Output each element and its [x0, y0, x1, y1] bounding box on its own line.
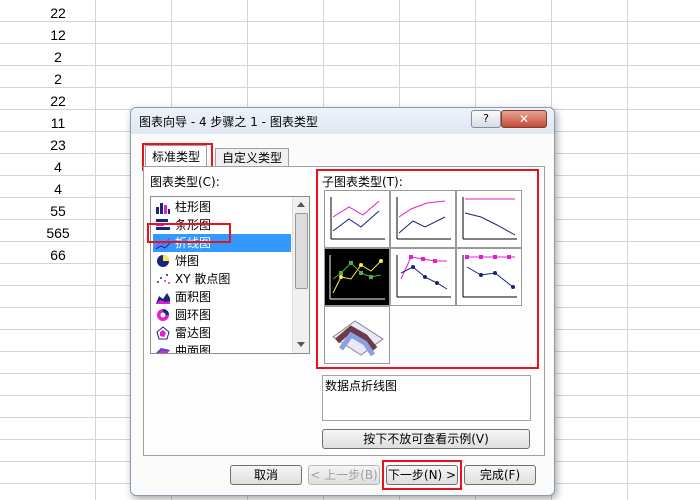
chart-type-list[interactable]: 柱形图 条形图 折线图 饼图 XY 散点图 面积图 圆环图 雷达图 曲面图: [150, 196, 310, 354]
subtype-grid: [324, 190, 524, 368]
sheet-cell[interactable]: 2: [20, 46, 96, 68]
stacked-line-subtype-icon: [396, 197, 451, 240]
sheet-cell[interactable]: 22: [20, 2, 96, 24]
sheet-cell[interactable]: 55: [20, 200, 96, 222]
sheet-cell[interactable]: 4: [20, 156, 96, 178]
sheet-cell[interactable]: 565: [20, 222, 96, 244]
dialog-title: 图表向导 - 4 步骤之 1 - 图表类型: [139, 115, 318, 129]
tab-custom-types[interactable]: 自定义类型: [215, 148, 290, 167]
chart-type-label: 圆环图: [175, 308, 212, 322]
chart-type-item[interactable]: 曲面图: [153, 342, 291, 354]
chart-type-item[interactable]: XY 散点图: [153, 270, 291, 288]
sheet-cell[interactable]: 23: [20, 134, 96, 156]
help-button[interactable]: ?: [471, 110, 501, 128]
scrollbar-thumb[interactable]: [295, 213, 308, 289]
scroll-up-icon[interactable]: [296, 200, 306, 208]
chart-type-item[interactable]: 雷达图: [153, 324, 291, 342]
sheet-cell[interactable]: 66: [20, 244, 96, 266]
chart-type-label: 曲面图: [175, 344, 212, 354]
scatter-chart-icon: [157, 274, 170, 284]
chart-type-label: 面积图: [175, 290, 212, 304]
subtype-percent-line[interactable]: [456, 190, 522, 248]
radar-chart-icon: [156, 326, 170, 340]
subtype-3d-line[interactable]: [324, 306, 390, 364]
subtype-description-box: 数据点折线图: [322, 375, 531, 421]
chart-type-label: XY 散点图: [175, 272, 231, 286]
chart-type-item[interactable]: 饼图: [153, 252, 291, 270]
area-chart-icon: [156, 293, 170, 304]
close-button[interactable]: ✕: [501, 110, 547, 128]
finish-button[interactable]: 完成(F): [464, 465, 536, 485]
3d-line-subtype-icon: [332, 320, 384, 357]
sheet-cell[interactable]: 2: [20, 68, 96, 90]
chart-type-label: 图表类型(C):: [150, 175, 220, 189]
subtype-stacked-line-markers[interactable]: [390, 248, 456, 306]
subtype-percent-line-markers[interactable]: [456, 248, 522, 306]
line-subtype-icon: [330, 197, 385, 240]
sheet-cell[interactable]: 12: [20, 24, 96, 46]
back-button[interactable]: < 上一步(B): [308, 465, 380, 485]
line-markers-subtype-icon: [329, 255, 385, 300]
chart-type-item[interactable]: 面积图: [153, 288, 291, 306]
stacked-line-markers-subtype-icon: [396, 255, 451, 298]
subtype-stacked-line[interactable]: [390, 190, 456, 248]
dialog-titlebar[interactable]: 图表向导 - 4 步骤之 1 - 图表类型 ? ✕: [131, 108, 554, 134]
pie-chart-icon: [157, 255, 169, 267]
sheet-cell[interactable]: 22: [20, 90, 96, 112]
selected-type-highlight: [147, 223, 231, 243]
next-button-highlight: [382, 460, 462, 490]
chart-type-item[interactable]: 柱形图: [153, 198, 291, 216]
doughnut-chart-icon: [157, 309, 169, 321]
chart-wizard-dialog: 图表向导 - 4 步骤之 1 - 图表类型 ? ✕ 标准类型 自定义类型 图表类…: [130, 107, 555, 496]
chart-type-label: 柱形图: [175, 200, 212, 214]
sheet-cell[interactable]: 11: [20, 112, 96, 134]
subtype-line-markers[interactable]: [324, 248, 390, 306]
subtype-line[interactable]: [324, 190, 390, 248]
subtype-description: 数据点折线图: [325, 379, 398, 393]
percent-line-subtype-icon: [462, 197, 517, 240]
scroll-down-icon[interactable]: [296, 341, 306, 349]
percent-line-markers-subtype-icon: [462, 255, 517, 298]
chart-type-label: 雷达图: [175, 326, 212, 340]
sheet-cell[interactable]: 4: [20, 178, 96, 200]
press-to-view-sample-button[interactable]: 按下不放可查看示例(V): [322, 429, 530, 449]
chart-type-scrollbar[interactable]: [292, 197, 309, 353]
chart-type-label: 饼图: [175, 254, 200, 268]
cancel-button[interactable]: 取消: [230, 465, 302, 485]
column-chart-icon: [156, 203, 170, 214]
chart-type-item[interactable]: 圆环图: [153, 306, 291, 324]
surface-chart-icon: [156, 348, 170, 353]
